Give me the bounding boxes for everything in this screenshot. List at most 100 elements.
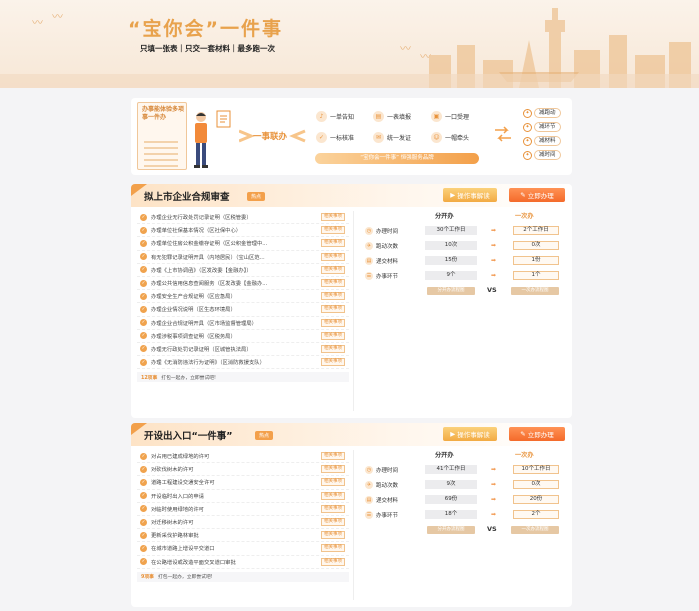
- related-items-link[interactable]: 相关事项: [321, 252, 345, 261]
- check-icon: ✓: [140, 345, 147, 353]
- core-label: 一事联办: [239, 128, 309, 144]
- arrow-right-icon: ➡: [491, 466, 497, 473]
- check-icon: ✓: [140, 279, 147, 287]
- list-item[interactable]: ✓ 道路工程建设交通安全许可 相关事项: [137, 476, 349, 490]
- related-items-link[interactable]: 相关事项: [321, 504, 345, 513]
- compare-row-docs: ▤ 递交材料 69份 ➡ 20份: [365, 492, 565, 507]
- hot-tag: 热点: [255, 431, 274, 440]
- related-items-link[interactable]: 相关事项: [321, 518, 345, 527]
- hero-banner: 〰 〰 〰 〰 “宝你会”一件事 只填一张表｜只交一套材料｜最多跑一次: [0, 0, 699, 88]
- list-item[interactable]: ✓ 对砍伐树木的许可 相关事项: [137, 463, 349, 477]
- check-icon: ✓: [140, 465, 147, 473]
- compare-row-steps: ☰ 办事环节 18个 ➡ 2个: [365, 507, 565, 522]
- check-icon: ✓: [140, 531, 147, 539]
- section-header: 开设出入口“一件事” 热点 ▶ 操作事解读 ✎ 立即办理: [131, 423, 572, 446]
- check-icon: ✓: [140, 358, 147, 366]
- page-subtitle: 只填一张表｜只交一套材料｜最多跑一次: [140, 44, 275, 53]
- list-item[interactable]: ✓ 办理企业合规证明开具（区市场监督管理局） 相关事项: [137, 317, 349, 330]
- check-icon: ✓: [140, 518, 147, 526]
- related-items-link[interactable]: 相关事项: [321, 465, 345, 474]
- related-items-link[interactable]: 相关事项: [321, 279, 345, 288]
- section-title: 开设出入口“一件事”: [144, 431, 233, 442]
- compare-row-runs: ✈ 跑动次数 9次 ➡ 0次: [365, 477, 565, 492]
- list-item[interactable]: ✓ 在城市道路上增设平交道口 相关事项: [137, 542, 349, 556]
- standard-icon: ✓: [316, 132, 327, 143]
- related-items-link[interactable]: 相关事项: [321, 305, 345, 314]
- once-flowchart-button[interactable]: 一次办流程图: [511, 526, 559, 534]
- document-icon: [216, 110, 231, 128]
- guide-video-button[interactable]: ▶ 操作事解读: [443, 427, 497, 441]
- list-footer: 9项事 打包一起办，立即尝试吧!: [137, 571, 349, 582]
- related-items-link[interactable]: 相关事项: [321, 239, 345, 248]
- benefit-list: ✦ 减跑动 ✦ 减环节 ✦ 减材料 ✦ 减时间: [523, 108, 561, 164]
- related-items-link[interactable]: 相关事项: [321, 226, 345, 235]
- list-item[interactable]: ✓ 办理无行政处罚记录证明（区城管执法局） 相关事项: [137, 343, 349, 357]
- list-item[interactable]: ✓ 有无犯罪记录证明开具（内地居民）（宝山区范... 相关事项: [137, 251, 349, 264]
- list-item[interactable]: ✓ 办理涉税事项调查证明（区税务局） 相关事项: [137, 330, 349, 343]
- bell-icon: ♪: [316, 111, 327, 122]
- related-items-link[interactable]: 相关事项: [321, 531, 345, 540]
- list-item[interactable]: ✓ 办理《上市协调函》（区发改委【金融办】） 相关事项: [137, 264, 349, 277]
- compare-row-time: ◷ 办理时间 30个工作日 ➡ 2个工作日: [365, 223, 565, 238]
- related-items-link[interactable]: 相关事项: [321, 331, 345, 340]
- bird-icon: 〰: [32, 16, 43, 29]
- compare-row-docs: ▤ 递交材料 15份 ➡ 1份: [365, 253, 565, 268]
- check-icon: ✓: [140, 319, 147, 327]
- once-flowchart-button[interactable]: 一次办流程图: [511, 287, 559, 295]
- related-items-link[interactable]: 相关事项: [321, 318, 345, 327]
- play-icon: ▶: [450, 430, 456, 438]
- related-items-link[interactable]: 相关事项: [321, 544, 345, 553]
- intro-card: 办事能体验多项事一件办 一事联办 ♪ 一单告知 ▤ 一表填报 ▣ 一口受理 ✓ …: [131, 98, 572, 175]
- related-items-link[interactable]: 相关事项: [321, 557, 345, 566]
- doc-icon: ▤: [365, 495, 373, 504]
- list-item[interactable]: ✓ 办理单位社保基本情况（区社保中心） 相关事项: [137, 224, 349, 238]
- benefit-item: ✦ 减环节: [523, 122, 561, 132]
- guide-video-button[interactable]: ▶ 操作事解读: [443, 188, 497, 202]
- apply-now-button[interactable]: ✎ 立即办理: [509, 427, 565, 441]
- list-item[interactable]: ✓ 办理单位住房公积金缴存证明（区公积金管理中... 相关事项: [137, 237, 349, 251]
- related-items-link[interactable]: 相关事项: [321, 491, 345, 500]
- related-items-link[interactable]: 相关事项: [321, 344, 345, 353]
- list-item[interactable]: ✓ 办理《无消防违法行为证明》（区消防救援支队） 相关事项: [137, 356, 349, 370]
- related-items-link[interactable]: 相关事项: [321, 478, 345, 487]
- clock-icon: ◷: [365, 226, 373, 235]
- list-item[interactable]: ✓ 办理企业情况说明（区生态环境局） 相关事项: [137, 303, 349, 317]
- item-list: ✓ 办理企业无行政处罚记录证明（区税管委） 相关事项 ✓ 办理单位社保基本情况（区社保…: [137, 211, 349, 383]
- arrow-right-icon: ➡: [491, 242, 497, 249]
- list-item[interactable]: ✓ 对迁移树木的许可 相关事项: [137, 516, 349, 530]
- list-item[interactable]: ✓ 在公路增设或改造平面交叉道口审批 相关事项: [137, 556, 349, 569]
- related-items-link[interactable]: 相关事项: [321, 452, 345, 461]
- step-icon: ☰: [365, 271, 373, 280]
- compare-row-time: ◷ 办理时间 41个工作日 ➡ 10个工作日: [365, 462, 565, 477]
- list-item[interactable]: ✓ 对临时使用绿地的许可 相关事项: [137, 503, 349, 516]
- list-item[interactable]: ✓ 办理安全生产合规证明（区应急局） 相关事项: [137, 290, 349, 304]
- page-title: “宝你会”一件事: [128, 18, 283, 40]
- list-footer: 12项事 打包一起办，立即尝试吧!: [137, 372, 349, 383]
- list-item[interactable]: ✓ 对占用已建成绿地的许可 相关事项: [137, 450, 349, 464]
- related-items-link[interactable]: 相关事项: [321, 213, 345, 222]
- vs-label: VS: [487, 286, 497, 294]
- arrow-right-icon: ➡: [491, 481, 497, 488]
- list-item[interactable]: ✓ 办理公共信用信息查阅服务（区发改委【金融办... 相关事项: [137, 277, 349, 291]
- comparison-panel: 分开办 一次办 ◷ 办理时间 30个工作日 ➡ 2个工作日 ✈ 跑动次数 10次 ➡ 0次 ▤ 递交…: [365, 211, 565, 301]
- split-flowchart-button[interactable]: 分开办流程图: [427, 526, 475, 534]
- apply-now-button[interactable]: ✎ 立即办理: [509, 188, 565, 202]
- service-section-listing-review: 拟上市企业合规审查 热点 ▶ 操作事解读 ✎ 立即办理 ✓ 办理企业无行政处罚记录证明…: [131, 184, 572, 418]
- service-section-entrance: 开设出入口“一件事” 热点 ▶ 操作事解读 ✎ 立即办理 ✓ 对占用已建成绿地的许可相…: [131, 423, 572, 607]
- related-items-link[interactable]: 相关事项: [321, 292, 345, 301]
- list-item[interactable]: ✓ 办理企业无行政处罚记录证明（区税管委） 相关事项: [137, 211, 349, 225]
- check-icon: ✓: [140, 213, 147, 221]
- item-list: ✓ 对占用已建成绿地的许可 相关事项 ✓ 对砍伐树木的许可 相关事项 ✓ 道路工程建设交通…: [137, 450, 349, 582]
- list-item[interactable]: ✓ 开设临时出入口的申请 相关事项: [137, 490, 349, 503]
- list-item[interactable]: ✓ 更新采伐护路林审批 相关事项: [137, 529, 349, 543]
- step-icon: ✦: [523, 122, 532, 132]
- benefit-item: ✦ 减材料: [523, 136, 561, 146]
- compare-row-steps: ☰ 办事环节 9个 ➡ 1个: [365, 268, 565, 283]
- split-flowchart-button[interactable]: 分开办流程图: [427, 287, 475, 295]
- related-items-link[interactable]: 相关事项: [321, 265, 345, 274]
- clock-icon: ✦: [523, 150, 532, 160]
- related-items-link[interactable]: 相关事项: [321, 358, 345, 367]
- feature-item: ♪ 一单告知: [316, 111, 354, 122]
- check-icon: ✓: [140, 558, 147, 566]
- certificate-icon: ✉: [373, 132, 384, 143]
